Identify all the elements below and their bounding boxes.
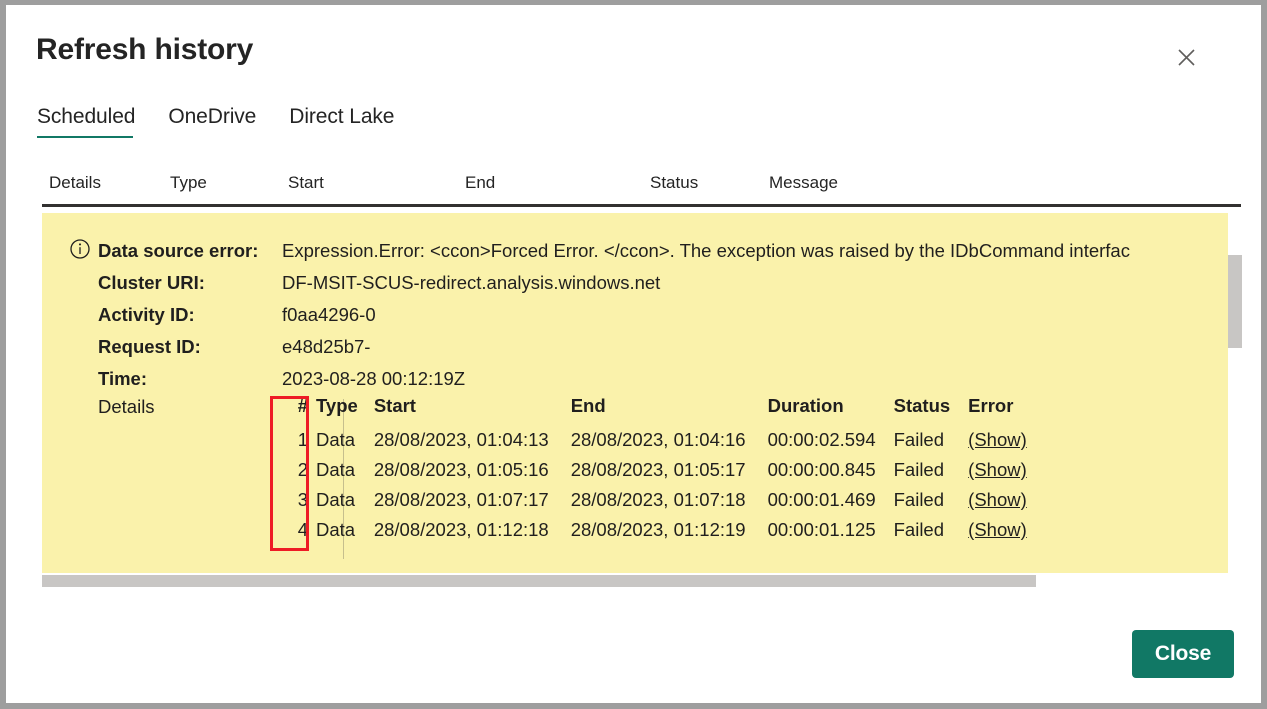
cell-start: 28/08/2023, 01:07:17 (373, 489, 549, 510)
cell-number: 2 (297, 459, 308, 480)
cell-end: 28/08/2023, 01:05:17 (570, 459, 746, 480)
detail-header-end: End (570, 395, 606, 416)
column-header-details: Details (49, 173, 101, 192)
detail-header-status: Status (893, 395, 951, 416)
vertical-scrollbar[interactable] (1228, 213, 1242, 573)
cell-start: 28/08/2023, 01:05:16 (373, 459, 549, 480)
field-value-request-id: e48d25b7- (282, 336, 371, 357)
field-value-cluster-uri: DF-MSIT-SCUS-redirect.analysis.windows.n… (282, 272, 661, 293)
tab-onedrive[interactable]: OneDrive (168, 105, 256, 138)
column-header-end: End (465, 173, 496, 192)
cell-start: 28/08/2023, 01:04:13 (373, 429, 549, 450)
refresh-history-dialog: Refresh history Scheduled OneDrive Direc… (6, 5, 1261, 703)
horizontal-scrollbar[interactable] (42, 575, 1228, 587)
show-error-link[interactable]: (Show) (968, 459, 1027, 480)
cell-duration: 00:00:02.594 (767, 429, 876, 450)
table-row: 3 Data 28/08/2023, 01:07:17 28/08/2023, … (272, 485, 1027, 515)
field-label-details: Details (98, 396, 155, 417)
field-label-request-id: Request ID: (98, 336, 201, 357)
cell-number: 4 (297, 519, 308, 540)
cell-number: 3 (297, 489, 308, 510)
cell-status: Failed (893, 519, 945, 540)
table-column-headers: Details Type Start End Status Message (42, 173, 1241, 207)
window-frame: Refresh history Scheduled OneDrive Direc… (0, 0, 1267, 709)
tab-direct-lake[interactable]: Direct Lake (289, 105, 394, 138)
cell-end: 28/08/2023, 01:12:19 (570, 519, 746, 540)
tab-bar: Scheduled OneDrive Direct Lake (37, 105, 427, 141)
column-header-status: Status (650, 173, 699, 192)
error-detail-panel: Data source error: Expression.Error: <cc… (42, 213, 1228, 573)
tab-direct-lake-label: Direct Lake (289, 105, 395, 128)
table-row: 4 Data 28/08/2023, 01:12:18 28/08/2023, … (272, 515, 1027, 545)
page-title: Refresh history (36, 33, 254, 66)
field-value-data-source-error: Expression.Error: <ccon>Forced Error. </… (282, 240, 1130, 261)
cell-duration: 00:00:00.845 (767, 459, 876, 480)
cell-status: Failed (893, 489, 945, 510)
field-value-time: 2023-08-28 00:12:19Z (282, 368, 466, 389)
column-header-type: Type (170, 173, 207, 192)
cell-number: 1 (297, 429, 308, 450)
field-label-cluster-uri: Cluster URI: (98, 272, 205, 293)
show-error-link[interactable]: (Show) (968, 489, 1027, 510)
column-header-start: Start (288, 173, 324, 192)
show-error-link[interactable]: (Show) (968, 519, 1027, 540)
tab-scheduled[interactable]: Scheduled (37, 105, 135, 138)
vertical-scrollbar-thumb[interactable] (1228, 255, 1242, 348)
table-row: 2 Data 28/08/2023, 01:05:16 28/08/2023, … (272, 455, 1027, 485)
field-value-activity-id: f0aa4296-0 (282, 304, 376, 325)
close-button[interactable]: Close (1132, 630, 1234, 678)
show-error-link[interactable]: (Show) (968, 429, 1027, 450)
cell-status: Failed (893, 459, 945, 480)
tab-onedrive-label: OneDrive (168, 105, 257, 128)
cell-type: Data (316, 429, 356, 450)
cell-end: 28/08/2023, 01:07:18 (570, 489, 746, 510)
cell-end: 28/08/2023, 01:04:16 (570, 429, 746, 450)
cell-type: Data (316, 459, 356, 480)
table-row: 1 Data 28/08/2023, 01:04:13 28/08/2023, … (272, 425, 1027, 455)
horizontal-scrollbar-thumb[interactable] (42, 575, 1036, 587)
close-icon-button[interactable] (1164, 37, 1208, 77)
cell-type: Data (316, 489, 356, 510)
column-header-message: Message (769, 173, 838, 192)
field-label-time: Time: (98, 368, 148, 389)
refresh-attempts-table: # Type Start End Duration Status Error 1 (272, 395, 1027, 545)
cell-status: Failed (893, 429, 945, 450)
close-icon (1177, 48, 1195, 66)
detail-header-type: Type (316, 395, 358, 416)
detail-header-duration: Duration (767, 395, 844, 416)
error-detail-content: Data source error: Expression.Error: <cc… (42, 213, 1228, 573)
detail-header-error: Error (968, 395, 1014, 416)
field-label-data-source-error: Data source error: (98, 240, 259, 261)
cell-start: 28/08/2023, 01:12:18 (373, 519, 549, 540)
cell-duration: 00:00:01.125 (767, 519, 876, 540)
detail-header-start: Start (373, 395, 416, 416)
info-circle-icon (69, 238, 91, 260)
tab-scheduled-label: Scheduled (37, 105, 136, 128)
cell-type: Data (316, 519, 356, 540)
cell-duration: 00:00:01.469 (767, 489, 876, 510)
field-label-activity-id: Activity ID: (98, 304, 195, 325)
table-header-row: # Type Start End Duration Status Error (272, 395, 1027, 425)
detail-header-number: # (297, 395, 308, 416)
